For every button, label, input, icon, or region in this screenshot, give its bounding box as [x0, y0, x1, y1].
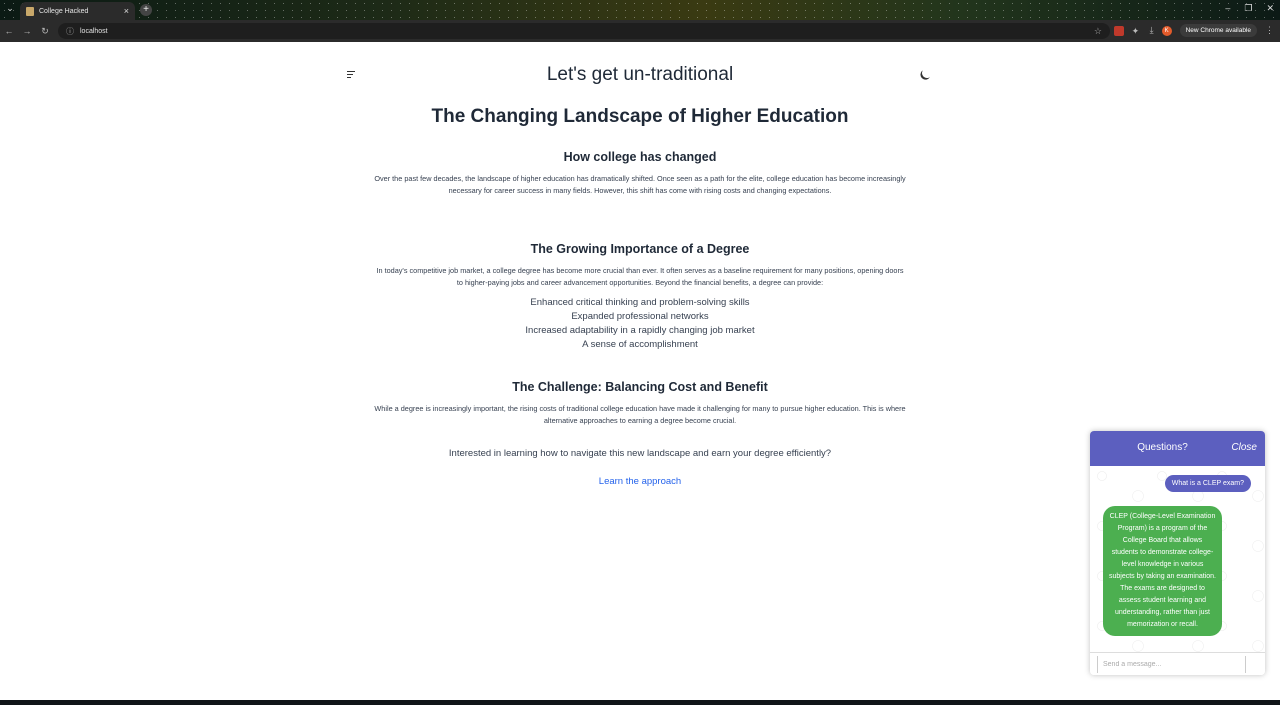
section-paragraph: In today's competitive job market, a col… — [340, 265, 940, 289]
paragraph-line: Over the past few decades, the landscape… — [374, 174, 906, 183]
site-title: Let's get un-traditional — [546, 64, 734, 85]
paragraph-line: to higher-paying jobs and career advance… — [456, 278, 824, 287]
paragraph-line: In today's competitive job market, a col… — [376, 266, 904, 275]
download-icon[interactable]: ⤓ — [1150, 25, 1154, 36]
chrome-update-button[interactable]: New Chrome available — [1179, 24, 1257, 37]
tab-title: College Hacked — [39, 7, 89, 15]
minimize-icon[interactable]: – — [1225, 3, 1230, 14]
section-paragraph: Over the past few decades, the landscape… — [340, 173, 940, 197]
extension-icon[interactable] — [1113, 25, 1124, 36]
new-tab-button[interactable]: + — [140, 4, 152, 16]
chat-widget: Questions? Close What is a CLEP exam? CL… — [1090, 431, 1265, 675]
forward-icon[interactable]: → — [18, 26, 36, 36]
list-item: Increased adaptability in a rapidly chan… — [525, 325, 755, 336]
send-button[interactable] — [1245, 656, 1265, 673]
cta-text: Interested in learning how to navigate t… — [448, 448, 832, 459]
profile-avatar[interactable]: K — [1161, 25, 1172, 36]
section-title: How college has changed — [563, 150, 717, 164]
list-item: Expanded professional networks — [571, 311, 709, 322]
paragraph-line: While a degree is increasingly important… — [374, 404, 906, 413]
bookmark-star-icon[interactable]: ☆ — [1094, 26, 1102, 37]
paragraph-line: alternative approaches to earning a degr… — [543, 416, 737, 425]
list-item: A sense of accomplishment — [582, 339, 698, 350]
tab-search-icon[interactable]: ⌄ — [4, 3, 16, 17]
tab-close-icon[interactable]: × — [124, 6, 129, 16]
browser-tab-bar: ⌄ College Hacked × + – ❐ ✕ — [0, 0, 1280, 20]
restore-icon[interactable]: ❐ — [1244, 3, 1252, 14]
back-icon[interactable]: ← — [0, 26, 18, 36]
extensions-puzzle-icon[interactable]: ✦ — [1132, 26, 1142, 36]
user-message: What is a CLEP exam? — [1164, 475, 1251, 492]
chat-title: Questions? — [1137, 442, 1188, 453]
os-taskbar — [0, 700, 1280, 705]
address-bar[interactable]: ⓘ localhost ☆ — [58, 23, 1110, 39]
section-paragraph: While a degree is increasingly important… — [335, 403, 945, 427]
chat-header: Questions? Close — [1090, 431, 1265, 466]
section-title: The Challenge: Balancing Cost and Benefi… — [512, 380, 768, 394]
learn-approach-link[interactable]: Learn the approach — [599, 476, 681, 487]
chrome-menu-icon[interactable]: ⋮ — [1265, 25, 1274, 36]
browser-toolbar: ← → ↻ ⓘ localhost ☆ ✦ ⤓ K New Chrome ava… — [0, 20, 1280, 42]
paragraph-line: necessary for career success in many fie… — [448, 186, 832, 195]
browser-tab[interactable]: College Hacked × — [20, 2, 135, 20]
chat-input-bar — [1090, 652, 1265, 675]
bot-message: CLEP (College-Level Examination Program)… — [1103, 506, 1222, 636]
favicon-icon — [26, 6, 34, 16]
window-close-icon[interactable]: ✕ — [1266, 3, 1274, 14]
chat-messages[interactable]: What is a CLEP exam? CLEP (College-Level… — [1090, 466, 1265, 652]
toolbar-right: ✦ ⤓ K New Chrome available ⋮ — [1113, 24, 1274, 37]
reload-icon[interactable]: ↻ — [36, 26, 54, 37]
page-content: Let's get un-traditional The Changing La… — [0, 42, 1280, 700]
cta-link-wrap: Learn the approach — [0, 476, 1280, 487]
window-controls: – ❐ ✕ — [1225, 3, 1274, 14]
site-info-icon[interactable]: ⓘ — [66, 26, 74, 37]
chat-message-input[interactable] — [1097, 656, 1244, 673]
benefits-list: Enhanced critical thinking and problem-s… — [0, 296, 1280, 352]
list-item: Enhanced critical thinking and problem-s… — [530, 297, 750, 308]
page-heading: The Changing Landscape of Higher Educati… — [431, 106, 849, 127]
section-title: The Growing Importance of a Degree — [530, 242, 750, 256]
chat-close-button[interactable]: Close — [1231, 442, 1257, 453]
url-text[interactable]: localhost — [80, 28, 1094, 35]
